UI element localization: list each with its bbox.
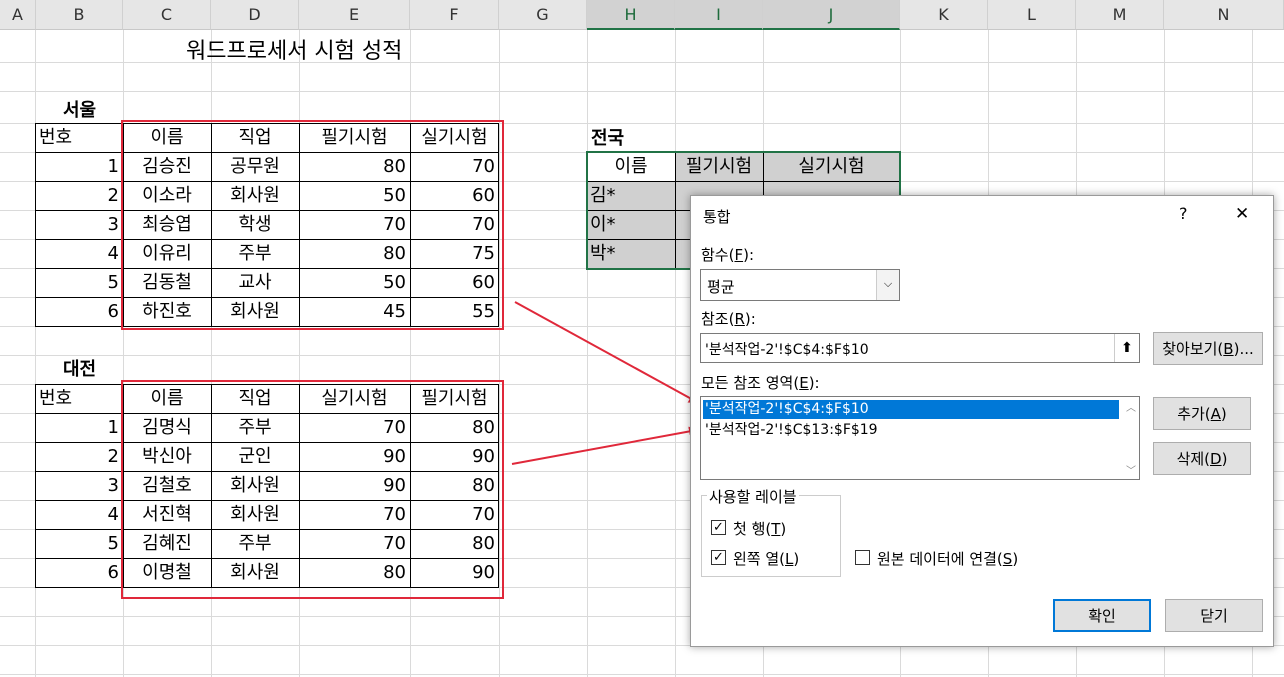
table-cell[interactable]: 2 [36, 181, 123, 210]
table-cell[interactable]: 5 [36, 529, 123, 558]
daejeon-label: 대전 [63, 359, 97, 380]
table-cell[interactable]: 4 [36, 500, 123, 529]
seoul-label: 서울 [63, 100, 97, 121]
all-references-label: 모든 참조 영역(E): [701, 374, 820, 392]
function-label: 함수(F): [701, 246, 754, 264]
daejeon-header-number[interactable]: 번호 [36, 384, 123, 413]
daejeon-highlight-box [121, 380, 504, 599]
first-row-label: 첫 행(T) [733, 520, 787, 538]
sheet-title: 워드프로세서 시험 성적 [186, 39, 403, 64]
reference-input[interactable]: '분석작업-2'!$C$4:$F$10 ⬆ [700, 333, 1140, 363]
table-cell[interactable]: 이* [587, 210, 675, 239]
column-header-b[interactable]: B [36, 0, 123, 30]
first-row-checkbox[interactable]: ✓ [711, 520, 726, 535]
consolidate-dialog: 통합 ? ✕ 함수(F): 평균 ⌵ 참조(R): '분석작업-2'!$C$4:… [690, 195, 1274, 647]
dialog-title: 통합 [703, 208, 731, 226]
delete-button[interactable]: 삭제(D) [1153, 442, 1251, 475]
ok-button[interactable]: 확인 [1053, 599, 1151, 632]
add-button[interactable]: 추가(A) [1153, 397, 1251, 430]
national-header-written[interactable]: 필기시험 [675, 152, 763, 181]
left-column-checkbox[interactable]: ✓ [711, 550, 726, 565]
list-item[interactable]: '분석작업-2'!$C$13:$F$19 [703, 421, 1119, 440]
close-button[interactable]: 닫기 [1165, 599, 1263, 632]
reference-input-value: '분석작업-2'!$C$4:$F$10 [705, 342, 869, 358]
labels-group-title: 사용할 레이블 [707, 486, 799, 507]
browse-button[interactable]: 찾아보기(B)... [1153, 332, 1263, 365]
table-cell[interactable]: 1 [36, 413, 123, 442]
column-header-e[interactable]: E [299, 0, 410, 30]
arrow-icon [511, 426, 699, 465]
column-header-a[interactable]: A [0, 0, 36, 30]
column-header-c[interactable]: C [123, 0, 211, 30]
table-cell[interactable]: 2 [36, 442, 123, 471]
collapse-dialog-icon[interactable]: ⬆ [1114, 334, 1139, 362]
column-header-n[interactable]: N [1164, 0, 1284, 30]
all-references-list[interactable]: '분석작업-2'!$C$4:$F$10 '분석작업-2'!$C$13:$F$19… [700, 396, 1140, 480]
function-select[interactable]: 평균 ⌵ [700, 269, 900, 301]
column-header-h[interactable]: H [587, 0, 675, 30]
column-header-l[interactable]: L [988, 0, 1076, 30]
help-button[interactable]: ? [1179, 204, 1188, 223]
column-header-m[interactable]: M [1076, 0, 1164, 30]
table-cell[interactable]: 3 [36, 210, 123, 239]
list-item[interactable]: '분석작업-2'!$C$4:$F$10 [703, 400, 1119, 419]
column-header-d[interactable]: D [211, 0, 299, 30]
national-header-practical[interactable]: 실기시험 [763, 152, 900, 181]
table-cell[interactable]: 6 [36, 297, 123, 326]
table-cell[interactable]: 3 [36, 471, 123, 500]
link-source-label: 원본 데이터에 연결(S) [877, 550, 1019, 568]
table-cell[interactable]: 1 [36, 152, 123, 181]
table-cell[interactable]: 5 [36, 268, 123, 297]
scroll-down-icon[interactable]: ﹀ [1126, 462, 1136, 477]
seoul-header-number[interactable]: 번호 [36, 123, 123, 152]
seoul-highlight-box [121, 120, 504, 330]
left-column-label: 왼쪽 열(L) [733, 550, 800, 568]
table-cell[interactable]: 4 [36, 239, 123, 268]
table-cell[interactable]: 6 [36, 558, 123, 587]
column-header-k[interactable]: K [900, 0, 988, 30]
national-label: 전국 [591, 128, 625, 149]
table-cell[interactable]: 김* [587, 181, 675, 210]
column-header-i[interactable]: I [675, 0, 763, 30]
column-header-f[interactable]: F [410, 0, 499, 30]
scroll-up-icon[interactable]: ︿ [1126, 399, 1136, 414]
arrow-icon [514, 301, 699, 403]
national-header-name[interactable]: 이름 [587, 152, 675, 181]
link-source-checkbox[interactable] [855, 550, 870, 565]
reference-label: 참조(R): [701, 310, 756, 328]
column-header-g[interactable]: G [499, 0, 587, 30]
table-cell[interactable]: 박* [587, 239, 675, 268]
chevron-down-icon[interactable]: ⌵ [876, 270, 899, 300]
close-icon[interactable]: ✕ [1235, 204, 1249, 224]
function-select-value: 평균 [707, 278, 735, 296]
column-header-j[interactable]: J [763, 0, 900, 30]
